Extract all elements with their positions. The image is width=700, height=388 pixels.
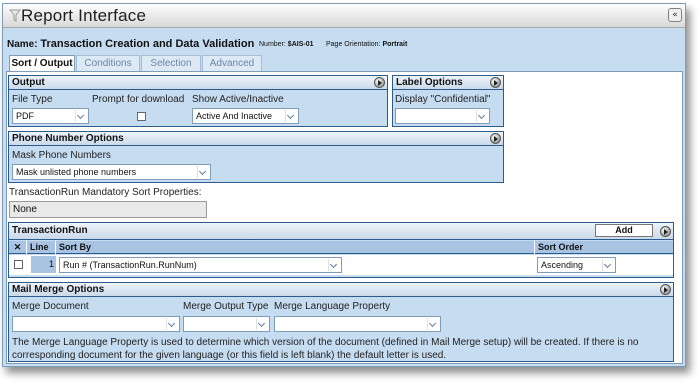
output-panel-header: Output bbox=[9, 76, 387, 90]
sort-order-select[interactable]: Ascending bbox=[537, 257, 616, 273]
report-number: Number: $AIS-01 bbox=[259, 41, 313, 48]
tab-selection[interactable]: Selection bbox=[141, 55, 201, 71]
phone-options-header: Phone Number Options bbox=[9, 132, 503, 146]
output-toggle-icon[interactable] bbox=[374, 77, 385, 88]
report-name: Name: Transaction Creation and Data Vali… bbox=[7, 38, 254, 50]
tab-conditions[interactable]: Conditions bbox=[76, 55, 140, 71]
funnel-icon bbox=[9, 9, 21, 22]
merge-language-label: Merge Language Property bbox=[274, 301, 391, 312]
chevron-down-icon bbox=[256, 318, 268, 330]
sort-by-value: Run # (TransactionRun.RunNum) bbox=[63, 260, 197, 270]
chevron-down-icon bbox=[285, 110, 297, 122]
chevron-down-icon bbox=[75, 110, 87, 122]
confidential-label: Display "Confidential" bbox=[395, 94, 491, 105]
mandatory-sort-value: None bbox=[9, 201, 207, 218]
mail-merge-panel: Mail Merge Options Merge Document Merge … bbox=[8, 282, 674, 362]
sort-by-select[interactable]: Run # (TransactionRun.RunNum) bbox=[59, 257, 342, 273]
file-type-label: File Type bbox=[12, 94, 53, 105]
sort-order-value: Ascending bbox=[541, 260, 584, 270]
collapse-button[interactable]: « bbox=[668, 8, 682, 22]
merge-output-label: Merge Output Type bbox=[183, 301, 269, 312]
merge-document-label: Merge Document bbox=[12, 301, 89, 312]
add-sort-button[interactable]: Add bbox=[595, 224, 653, 237]
transaction-run-title: TransactionRun bbox=[12, 225, 88, 236]
label-options-title: Label Options bbox=[396, 77, 463, 88]
report-name-bar: Name: Transaction Creation and Data Vali… bbox=[3, 30, 685, 56]
merge-document-select[interactable] bbox=[12, 316, 180, 332]
mail-merge-header: Mail Merge Options bbox=[9, 283, 673, 297]
sort-grid-header: ✕ Line Sort By Sort Order bbox=[9, 241, 673, 254]
mask-phone-select[interactable]: Mask unlisted phone numbers bbox=[12, 164, 211, 180]
transaction-run-panel: TransactionRun Add ✕ Line Sort By Sort O… bbox=[8, 222, 674, 278]
sort-order-column-header: Sort Order bbox=[538, 242, 584, 252]
window-title: Report Interface bbox=[21, 6, 147, 25]
phone-options-panel: Phone Number Options Mask Phone Numbers … bbox=[8, 131, 504, 183]
chevron-down-icon bbox=[602, 259, 614, 271]
name-label: Name: bbox=[7, 39, 38, 50]
sort-by-column-header: Sort By bbox=[57, 241, 535, 254]
row-delete-checkbox[interactable] bbox=[14, 260, 23, 269]
chevron-down-icon bbox=[166, 318, 178, 330]
orientation-label: Page Orientation: bbox=[326, 41, 381, 48]
transaction-run-toggle-icon[interactable] bbox=[660, 226, 671, 237]
name-value: Transaction Creation and Data Validation bbox=[40, 38, 255, 50]
tab-sort-output[interactable]: Sort / Output bbox=[9, 55, 75, 72]
delete-column-header: ✕ bbox=[9, 241, 27, 254]
tab-content: Output File Type PDF Prompt for download… bbox=[6, 71, 683, 364]
number-value: $AIS-01 bbox=[287, 41, 314, 48]
chevron-down-icon bbox=[197, 166, 209, 178]
show-active-label: Show Active/Inactive bbox=[192, 94, 284, 105]
prompt-download-checkbox[interactable] bbox=[137, 112, 146, 121]
transaction-run-header: TransactionRun Add bbox=[9, 223, 673, 240]
merge-output-select[interactable] bbox=[183, 316, 270, 332]
number-label: Number: bbox=[259, 41, 286, 48]
label-options-toggle-icon[interactable] bbox=[490, 77, 501, 88]
mail-merge-toggle-icon[interactable] bbox=[660, 284, 671, 295]
label-options-header: Label Options bbox=[393, 76, 503, 90]
mask-phone-label: Mask Phone Numbers bbox=[12, 150, 111, 161]
orientation-value: Portrait bbox=[382, 41, 408, 48]
merge-language-select[interactable] bbox=[274, 316, 441, 332]
file-type-select[interactable]: PDF bbox=[12, 108, 89, 124]
phone-options-toggle-icon[interactable] bbox=[490, 133, 501, 144]
title-bar: Report Interface « bbox=[3, 4, 685, 28]
chevron-down-icon bbox=[328, 259, 340, 271]
show-active-select[interactable]: Active And Inactive bbox=[192, 108, 299, 124]
phone-options-title: Phone Number Options bbox=[12, 133, 124, 144]
label-options-panel: Label Options Display "Confidential" bbox=[392, 75, 504, 127]
report-interface-window: Report Interface « Name: Transaction Cre… bbox=[2, 3, 686, 367]
chevron-down-icon bbox=[427, 318, 439, 330]
output-title: Output bbox=[12, 77, 45, 88]
merge-language-description: The Merge Language Property is used to d… bbox=[12, 337, 639, 361]
mail-merge-title: Mail Merge Options bbox=[12, 284, 105, 295]
line-column-header: Line bbox=[28, 241, 56, 254]
chevron-down-icon bbox=[476, 110, 488, 122]
output-panel: Output File Type PDF Prompt for download… bbox=[8, 75, 388, 127]
tab-advanced[interactable]: Advanced bbox=[202, 55, 262, 71]
mask-phone-value: Mask unlisted phone numbers bbox=[16, 167, 137, 177]
prompt-download-label: Prompt for download bbox=[92, 94, 185, 105]
mandatory-sort-label: TransactionRun Mandatory Sort Properties… bbox=[9, 187, 202, 198]
file-type-value: PDF bbox=[16, 111, 34, 121]
table-row: 1 Run # (TransactionRun.RunNum) Ascendin… bbox=[9, 255, 673, 275]
row-line-number: 1 bbox=[31, 256, 56, 273]
show-active-value: Active And Inactive bbox=[196, 111, 273, 121]
page-orientation: Page Orientation: Portrait bbox=[326, 41, 407, 48]
confidential-select[interactable] bbox=[395, 108, 490, 124]
